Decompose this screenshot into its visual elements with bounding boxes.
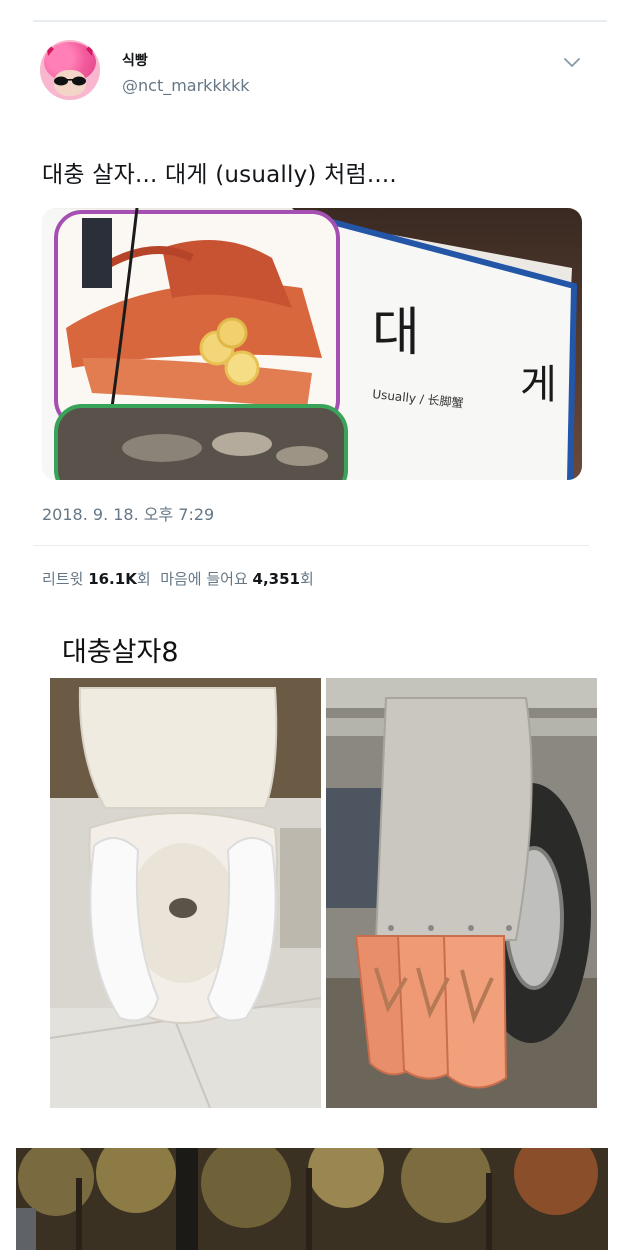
tweet-card[interactable]: 식빵 @nct_markkkkk 대충 살자... 대게 (usually) 처… (0, 0, 625, 600)
avatar[interactable] (40, 40, 100, 100)
tweet-photo[interactable]: 대 게 Usually / 长脚蟹 (42, 208, 582, 480)
retweets-count[interactable]: 16.1K (88, 570, 137, 588)
chevron-down-icon[interactable] (562, 54, 582, 70)
truck-photo[interactable] (326, 678, 597, 1108)
bow-icon (46, 42, 94, 56)
stats-divider (33, 545, 589, 546)
tweet-text: 대충 살자... 대게 (usually) 처럼.... (42, 162, 397, 188)
crab-sign-image: 대 게 Usually / 长脚蟹 (42, 208, 582, 480)
truck-image (326, 678, 597, 1108)
retweets-label: 리트윗 (42, 570, 84, 588)
tweet-timestamp[interactable]: 2018. 9. 18. 오후 7:29 (42, 501, 214, 525)
retweets-unit: 회 (136, 570, 151, 588)
sunglasses-icon (54, 76, 86, 86)
likes-count[interactable]: 4,351 (253, 570, 300, 588)
toilet-photo[interactable] (50, 678, 321, 1108)
likes-label: 마음에 들어요 (160, 570, 248, 588)
tweet-stats: 리트윗 16.1K회 마음에 들어요 4,351회 (42, 568, 314, 589)
autumn-trees-photo[interactable] (16, 1148, 608, 1250)
user-handle[interactable]: @nct_markkkkk (122, 76, 250, 95)
display-name[interactable]: 식빵 (122, 50, 148, 70)
sign-char-1: 대 (372, 303, 420, 363)
trees-image (16, 1148, 608, 1250)
sign-char-2: 게 (520, 362, 557, 408)
likes-unit: 회 (300, 570, 314, 588)
post-caption: 대충살자8 (62, 637, 179, 668)
toilet-image (50, 678, 321, 1108)
